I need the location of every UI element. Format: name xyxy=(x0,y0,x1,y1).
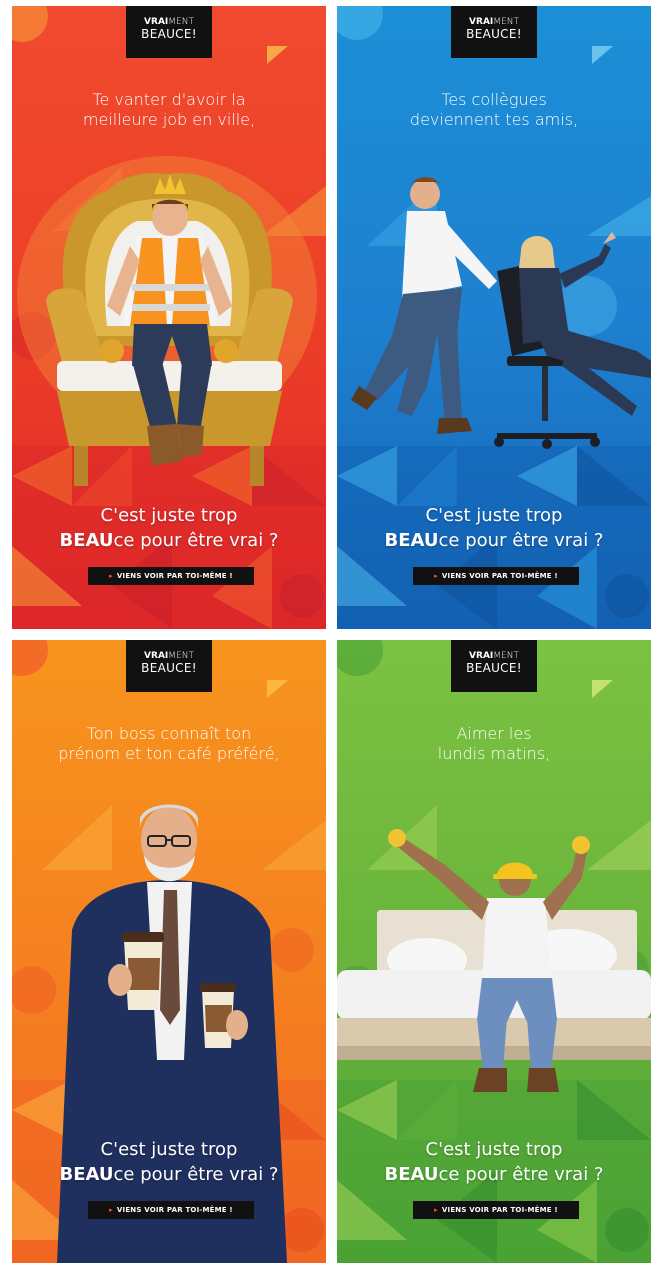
arrow-right-icon: ▸ xyxy=(434,1206,438,1214)
tagline: C'est juste trop BEAUce pour être vrai ? xyxy=(384,505,604,551)
arrow-right-icon: ▸ xyxy=(109,1206,113,1214)
headline: Te vanter d'avoir la meilleure job en vi… xyxy=(82,90,256,129)
headline: Ton boss connaît ton prénom et ton café … xyxy=(58,724,280,763)
poster-orange: VRAIMENT BEAUCE! Ton boss connaît ton pr… xyxy=(12,640,326,1263)
poster-green: VRAIMENT BEAUCE! Aimer les lundis matins… xyxy=(337,640,651,1263)
vraiment-beauce-logo: VRAIMENT BEAUCE! xyxy=(451,6,537,58)
headline: Aimer les lundis matins, xyxy=(437,724,551,763)
cta-button[interactable]: ▸ VIENS VOIR PAR TOI-MÊME ! xyxy=(413,567,579,585)
poster-red: VRAIMENT BEAUCE! Te vanter d'avoir la me… xyxy=(12,6,326,629)
cta-button[interactable]: ▸ VIENS VOIR PAR TOI-MÊME ! xyxy=(88,567,254,585)
tagline: C'est juste trop BEAUce pour être vrai ? xyxy=(59,505,279,551)
poster-blue: VRAIMENT BEAUCE! Tes collègues deviennen… xyxy=(337,6,651,629)
arrow-right-icon: ▸ xyxy=(109,572,113,580)
vraiment-beauce-logo: VRAIMENT BEAUCE! xyxy=(451,640,537,692)
vraiment-beauce-logo: VRAIMENT BEAUCE! xyxy=(126,6,212,58)
tagline: C'est juste trop BEAUce pour être vrai ? xyxy=(59,1139,279,1185)
cta-button[interactable]: ▸ VIENS VOIR PAR TOI-MÊME ! xyxy=(88,1201,254,1219)
headline: Tes collègues deviennent tes amis, xyxy=(409,90,579,129)
tagline: C'est juste trop BEAUce pour être vrai ? xyxy=(384,1139,604,1185)
cta-button[interactable]: ▸ VIENS VOIR PAR TOI-MÊME ! xyxy=(413,1201,579,1219)
vraiment-beauce-logo: VRAIMENT BEAUCE! xyxy=(126,640,212,692)
arrow-right-icon: ▸ xyxy=(434,572,438,580)
